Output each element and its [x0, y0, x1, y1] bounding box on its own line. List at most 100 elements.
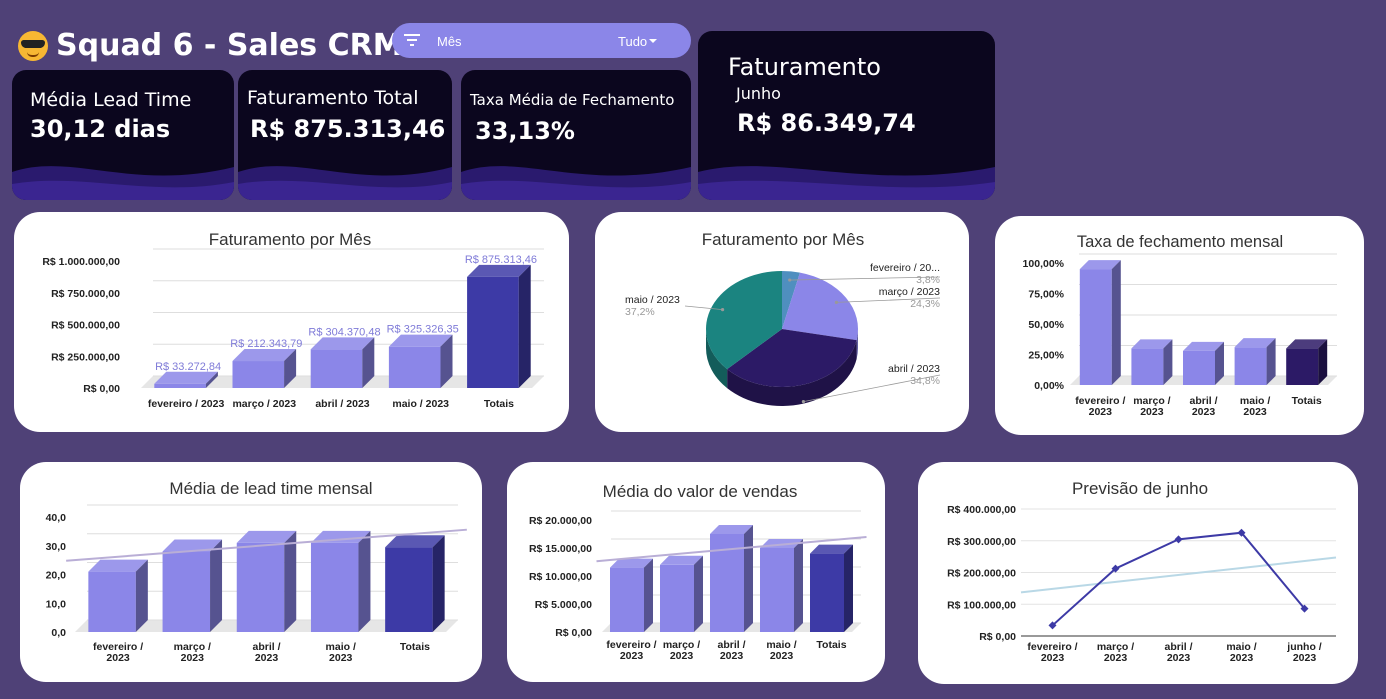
y-tick-label: R$ 300.000,00 — [947, 536, 1016, 548]
x-tick-label: 2023 — [720, 650, 744, 662]
x-tick-label: 2023 — [106, 652, 130, 664]
x-tick-label: fevereiro / 2023 — [148, 398, 225, 410]
y-tick-label: R$ 0,00 — [555, 627, 592, 639]
bar — [760, 548, 794, 632]
y-tick-label: R$ 100.000,00 — [947, 599, 1016, 611]
chevron-down-icon — [649, 39, 657, 43]
x-tick-label: 2023 — [1192, 406, 1216, 418]
bar-side — [844, 544, 853, 632]
y-tick-label: 100,00% — [1023, 258, 1065, 270]
kpi-close-rate-value: 33,13% — [475, 117, 575, 145]
kpi-june-sublabel: Junho — [736, 84, 781, 103]
y-tick-label: 50,00% — [1028, 319, 1064, 331]
filter-label: Mês — [437, 34, 462, 49]
kpi-revenue-total: Faturamento Total R$ 875.313,46 — [238, 70, 452, 200]
data-point — [1174, 535, 1183, 544]
x-tick-label: 2023 — [670, 650, 694, 662]
bar-side — [284, 530, 297, 632]
trendline — [1020, 556, 1337, 594]
x-tick-label: 2023 — [255, 652, 279, 664]
bar — [1183, 350, 1215, 385]
x-tick-label: 2023 — [1167, 652, 1191, 664]
bar — [310, 542, 359, 632]
kpi-close-rate: Taxa Média de Fechamento 33,13% — [461, 70, 691, 200]
x-tick-label: 2023 — [1089, 406, 1113, 418]
sunglasses-emoji-icon — [18, 30, 48, 61]
y-tick-label: R$ 0,00 — [979, 631, 1016, 643]
chart-title: Média de lead time mensal — [169, 479, 372, 498]
filter-value[interactable]: Tudo — [618, 34, 647, 49]
bar-side — [518, 264, 531, 388]
bar — [154, 383, 206, 388]
bar — [1079, 269, 1112, 385]
bar — [236, 542, 285, 632]
bar — [385, 547, 433, 632]
wave-decoration — [698, 166, 995, 200]
slice-percent: 34,8% — [910, 375, 940, 387]
forecast-card: Previsão de junho R$ 0,00 R$ 100.000,00 R$ … — [918, 462, 1358, 684]
bar — [467, 276, 519, 388]
bar-side — [358, 530, 371, 632]
bar-side — [794, 539, 803, 632]
chart-title: Taxa de fechamento mensal — [1077, 233, 1283, 251]
data-label: R$ 325.326,35 — [387, 324, 459, 336]
bar-side — [644, 558, 653, 632]
chart-title: Faturamento por Mês — [702, 230, 865, 249]
x-tick-label: abril / 2023 — [315, 398, 369, 410]
x-tick-label: 2023 — [1243, 406, 1267, 418]
y-tick-label: R$ 1.000.000,00 — [42, 256, 120, 268]
dashboard-title-text: Squad 6 - Sales CRM — [56, 28, 403, 63]
lead-time-card: Média de lead time mensal 0,0 10,0 20,0 30,0… — [20, 462, 482, 682]
kpi-june-value: R$ 86.349,74 — [737, 109, 916, 137]
y-tick-label: R$ 0,00 — [83, 383, 120, 395]
x-tick-label: 2023 — [1140, 406, 1164, 418]
revenue-by-month-pie-card: Faturamento por Mês fevereiro / 20... 3,8%… — [595, 212, 969, 432]
bar-side — [744, 525, 753, 632]
revenue-by-month-bar-card: Faturamento por Mês R$ 0,00 R$ 250.000,00 R… — [14, 212, 569, 432]
bar — [88, 571, 136, 632]
data-label: R$ 212.343,79 — [230, 338, 302, 350]
kpi-lead-time-value: 30,12 dias — [30, 115, 171, 143]
x-tick-label: 2023 — [620, 650, 644, 662]
y-tick-label: R$ 400.000,00 — [947, 504, 1016, 516]
bar-side — [210, 539, 223, 632]
kpi-close-rate-label: Taxa Média de Fechamento — [470, 91, 675, 109]
y-tick-label: 25,00% — [1028, 350, 1064, 362]
kpi-june-label: Faturamento — [728, 53, 881, 81]
wave-decoration — [461, 166, 691, 200]
chart-title: Faturamento por Mês — [209, 230, 372, 249]
bar-side — [1111, 260, 1121, 385]
x-tick-label: 2023 — [1293, 652, 1317, 664]
month-filter[interactable]: Mês Tudo — [392, 23, 691, 58]
bar-side — [135, 559, 148, 632]
y-tick-label: 40,0 — [46, 512, 67, 524]
close-rate-card: Taxa de fechamento mensal 0,00% 25,00% 50,0… — [995, 216, 1364, 435]
filter-icon — [404, 34, 420, 46]
revenue-by-month-bar-chart: Faturamento por Mês R$ 0,00 R$ 250.000,00 R… — [42, 230, 544, 410]
bar — [1286, 348, 1319, 385]
data-label: R$ 875.313,46 — [465, 254, 537, 266]
slice-label: maio / 2023 — [625, 294, 680, 306]
bar — [388, 346, 441, 388]
x-tick-label: 2023 — [1230, 652, 1254, 664]
slice-percent: 24,3% — [910, 298, 940, 310]
data-label: R$ 304.370,48 — [308, 326, 380, 338]
y-tick-label: R$ 750.000,00 — [51, 288, 120, 300]
y-tick-label: R$ 20.000,00 — [529, 515, 592, 527]
x-tick-label: 2023 — [770, 650, 794, 662]
wave-decoration — [238, 166, 452, 200]
y-tick-label: 75,00% — [1028, 289, 1064, 301]
y-tick-label: 0,0 — [51, 627, 66, 639]
revenue-by-month-pie-chart: Faturamento por Mês fevereiro / 20...3,8%… — [625, 230, 940, 406]
kpi-lead-time-label: Média Lead Time — [30, 89, 192, 111]
y-tick-label: R$ 250.000,00 — [51, 351, 120, 363]
slice-percent: 37,2% — [625, 306, 655, 318]
bar — [232, 361, 285, 388]
bar — [610, 567, 644, 632]
bar — [810, 553, 844, 632]
forecast-line-chart: Previsão de junho R$ 0,00 R$ 100.000,00 R$ … — [947, 479, 1337, 664]
slice-label: março / 2023 — [879, 286, 940, 298]
x-tick-label: Totais — [400, 641, 430, 653]
bar — [1131, 348, 1164, 385]
lead-time-bar-chart: Média de lead time mensal 0,0 10,0 20,0 30,0… — [46, 479, 467, 664]
